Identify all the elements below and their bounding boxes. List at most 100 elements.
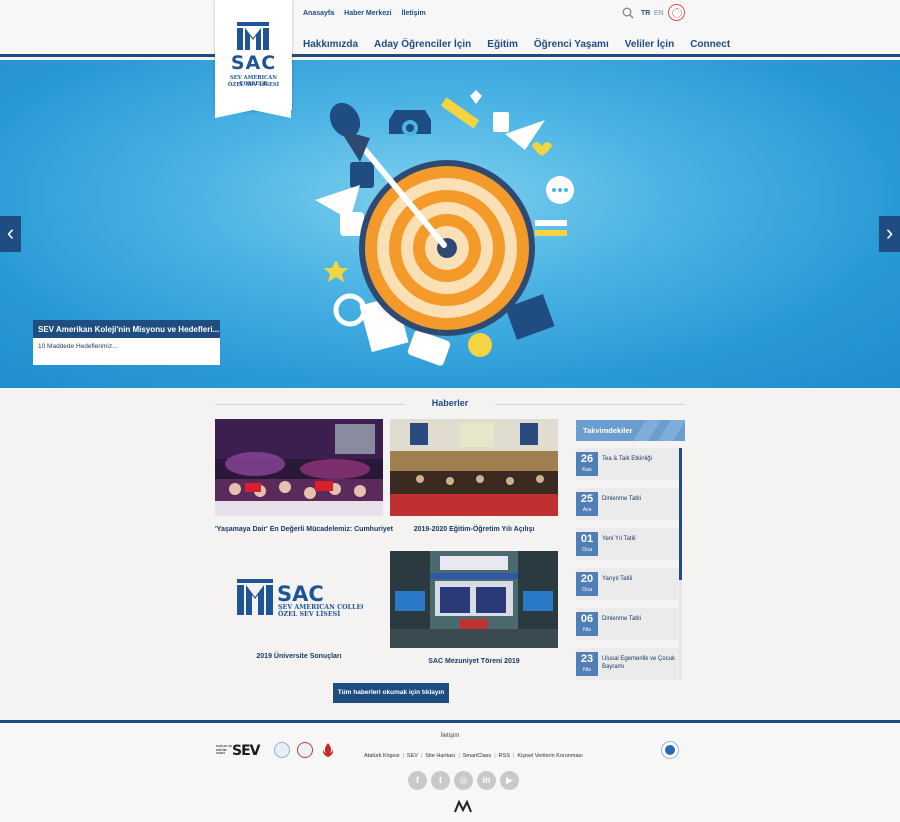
calendar-day: 26 (580, 453, 594, 465)
calendar-month: Nis (583, 667, 591, 673)
partner-badge-icon[interactable] (274, 742, 290, 758)
calendar-event[interactable]: Yarıyıl Tatili (602, 576, 677, 584)
nav-about[interactable]: Hakkımızda (303, 39, 358, 50)
nav-connect[interactable]: Connect (690, 39, 730, 50)
calendar-item[interactable]: 06 Nis Dinlenme Tatili (576, 608, 679, 640)
logo-text: SAC (230, 52, 277, 74)
calendar-item[interactable]: 01 Oca Yeni Yıl Tatili (576, 528, 679, 560)
youtube-icon[interactable]: ▶ (500, 771, 519, 790)
top-link-news-center[interactable]: Haber Merkezi (344, 10, 391, 17)
twitter-icon[interactable]: t (431, 771, 450, 790)
sac-logo-image[interactable]: SAC SEV AMERICAN COLLEGE ÖZEL SEV LİSESİ (237, 579, 363, 619)
calendar-scrollbar-thumb[interactable] (679, 448, 682, 580)
search-icon[interactable] (622, 7, 634, 19)
instagram-icon[interactable]: ◎ (454, 771, 473, 790)
news-caption[interactable]: SAC Mezuniyet Töreni 2019 (390, 658, 558, 665)
top-link-contact[interactable]: İletişim (402, 10, 426, 17)
footer-links: Atatürk Köşesi | SEV | Site Haritası | Smar… (364, 753, 583, 759)
news-image[interactable] (390, 551, 558, 648)
news-card[interactable]: SAC Mezuniyet Töreni 2019 (390, 551, 558, 665)
calendar-date: 25 Ara (576, 492, 598, 516)
news-caption[interactable]: 2019 Üniversite Sonuçları (215, 653, 383, 660)
news-image[interactable] (215, 419, 383, 516)
calendar-date: 01 Oca (576, 532, 598, 556)
linkedin-icon[interactable]: in (477, 771, 496, 790)
slide-caption[interactable]: SEV Amerikan Koleji'nin Misyonu ve Hedef… (33, 320, 220, 365)
link-separator: | (494, 753, 496, 759)
lang-tr-link[interactable]: TR (641, 10, 650, 17)
calendar-date: 20 Oca (576, 572, 598, 596)
nav-education[interactable]: Eğitim (487, 39, 518, 50)
calendar-day: 06 (580, 613, 594, 625)
slider-next-button[interactable]: › (879, 216, 900, 252)
sev-brand-text: SEV (232, 743, 261, 759)
footer-link-rss[interactable]: RSS (499, 753, 510, 759)
calendar-month: Kas (582, 467, 592, 473)
link-separator: | (402, 753, 404, 759)
footer-link-sev[interactable]: SEV (407, 753, 418, 759)
calendar-item[interactable]: 20 Oca Yarıyıl Tatili (576, 568, 679, 600)
footer-link-privacy[interactable]: Kişisel Verilerin Korunması (517, 753, 582, 759)
sac-logo-line2: ÖZEL SEV LİSESİ (278, 611, 340, 618)
all-news-button[interactable]: Tüm haberleri okumak için tıklayın (333, 683, 449, 703)
calendar-event[interactable]: Tea & Talk Etkinliği (602, 456, 677, 464)
calendar-item[interactable]: 23 Nis Ulusal Egemenlik ve Çocuk Bayramı (576, 648, 679, 680)
top-link-home[interactable]: Anasayfa (303, 10, 334, 17)
link-separator: | (420, 753, 423, 759)
partner-flame-icon[interactable] (320, 742, 336, 758)
site-logo[interactable]: SAC SEV AMERICAN COLLEGE ÖZEL SEV LİSESİ (215, 0, 292, 118)
calendar-event[interactable]: Ulusal Egemenlik ve Çocuk Bayramı (602, 656, 677, 671)
calendar-day: 01 (580, 533, 594, 545)
news-title: Haberler (431, 398, 469, 408)
nav-prospective-students[interactable]: Aday Öğrenciler İçin (374, 39, 471, 50)
footer-link-smartclass[interactable]: SmartClass (463, 753, 491, 759)
news-image[interactable] (390, 419, 558, 516)
footer-link-ataturk[interactable]: Atatürk Köşesi (364, 753, 399, 759)
sev-small-text: SAĞLIK VE EĞİTİM VAKFI (216, 744, 232, 756)
footer-link-sitemap[interactable]: Site Haritası (425, 753, 455, 759)
calendar-event[interactable]: Yeni Yıl Tatili (602, 536, 677, 544)
site-footer: İletişim SAĞLIK VE EĞİTİM VAKFI SEV Atat… (0, 723, 900, 822)
ministry-seal-icon[interactable] (668, 4, 685, 21)
calendar-month: Ara (582, 507, 592, 513)
news-card[interactable]: 2019-2020 Eğitim-Öğretim Yılı Açılışı (390, 419, 558, 533)
heading-divider (495, 404, 685, 405)
calendar-day: 20 (580, 573, 594, 585)
news-heading: Haberler (215, 398, 685, 410)
calendar-day: 25 (580, 493, 594, 505)
logo-subtitle-2: ÖZEL SEV LİSESİ (227, 82, 280, 88)
sac-emblem-icon (237, 22, 269, 50)
calendar-event[interactable]: Dinlenme Tatili (602, 616, 677, 624)
calendar-date: 06 Nis (576, 612, 598, 636)
target-illustration (315, 90, 574, 366)
calendar-header: Takvimdekiler (576, 420, 685, 441)
top-nav: Anasayfa Haber Merkezi İletişim (303, 10, 426, 17)
news-caption[interactable]: 'Yaşamaya Dair' En Değerli Mücadelemiz: … (215, 526, 393, 533)
news-caption[interactable]: 2019-2020 Eğitim-Öğretim Yılı Açılışı (390, 526, 558, 533)
calendar-list: 26 Kas Tea & Talk Etkinliği 25 Ara Dinle… (576, 448, 685, 680)
site-header: Anasayfa Haber Merkezi İletişim Hakkımız… (0, 0, 900, 57)
slide-caption-title[interactable]: SEV Amerikan Koleji'nin Misyonu ve Hedef… (33, 320, 220, 338)
nav-parents[interactable]: Veliler İçin (625, 39, 674, 50)
footer-contact-link[interactable]: İletişim (0, 733, 900, 739)
calendar-item[interactable]: 26 Kas Tea & Talk Etkinliği (576, 448, 679, 480)
slider-prev-button[interactable]: ‹ (0, 216, 21, 252)
ib-world-school-icon[interactable] (661, 741, 679, 759)
main-nav: Hakkımızda Aday Öğrenciler İçin Eğitim Ö… (303, 39, 730, 50)
sac-logo-line1: SEV AMERICAN COLLEGE (278, 604, 363, 611)
developer-logo-icon[interactable] (454, 800, 474, 814)
calendar-header-decoration (632, 420, 685, 441)
facebook-icon[interactable]: f (408, 771, 427, 790)
calendar-date: 26 Kas (576, 452, 598, 476)
calendar-month: Oca (581, 547, 593, 553)
partner-badge-icon[interactable] (297, 742, 313, 758)
slide-caption-text: 10 Maddede Hedeflerimiz... (33, 338, 220, 365)
calendar-day: 23 (580, 653, 594, 665)
link-separator: | (512, 753, 515, 759)
calendar-event[interactable]: Dinlenme Tatili (602, 496, 677, 504)
news-card[interactable]: 'Yaşamaya Dair' En Değerli Mücadelemiz: … (215, 419, 393, 533)
calendar-item[interactable]: 25 Ara Dinlenme Tatili (576, 488, 679, 520)
calendar-title: Takvimdekiler (583, 426, 633, 435)
nav-student-life[interactable]: Öğrenci Yaşamı (534, 39, 609, 50)
lang-en-link[interactable]: EN (654, 10, 664, 17)
